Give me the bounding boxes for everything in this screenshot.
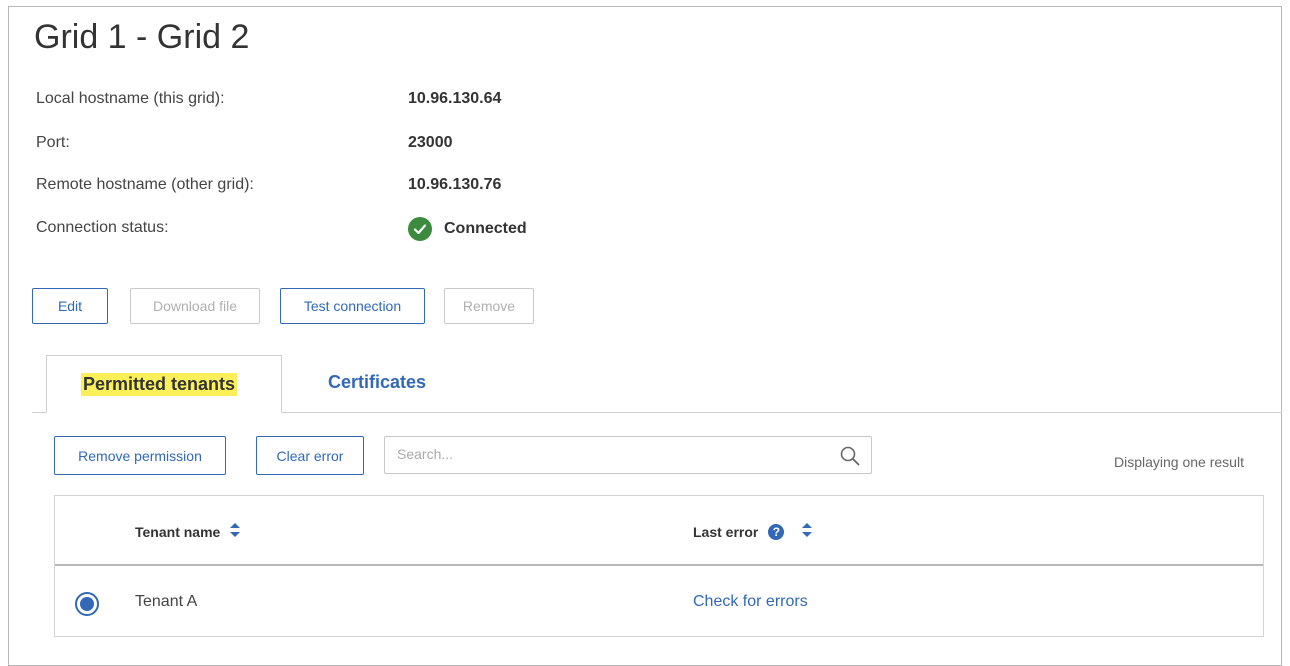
column-header-tenant-name[interactable]: Tenant name <box>135 523 241 540</box>
table-row[interactable]: Tenant A Check for errors <box>55 568 1263 636</box>
remote-hostname-label: Remote hostname (other grid): <box>36 176 254 193</box>
tab-permitted-tenants-label: Permitted tenants <box>81 373 238 396</box>
search-input[interactable] <box>395 445 819 463</box>
remove-permission-button[interactable]: Remove permission <box>54 436 226 475</box>
page-title: Grid 1 - Grid 2 <box>34 18 250 56</box>
download-file-button[interactable]: Download file <box>130 288 260 324</box>
sort-icon[interactable] <box>802 523 813 540</box>
sort-icon[interactable] <box>230 523 241 540</box>
remove-button[interactable]: Remove <box>444 288 534 324</box>
tenants-table: Tenant name Last error ? Tenant A Check … <box>54 495 1264 637</box>
connection-status-text: Connected <box>444 220 527 237</box>
question-circle-icon[interactable]: ? <box>768 523 785 540</box>
result-count: Displaying one result <box>1114 454 1244 470</box>
port-value: 23000 <box>408 134 453 151</box>
connection-status-label: Connection status: <box>36 219 169 236</box>
column-header-tenant-name-label: Tenant name <box>135 523 221 540</box>
port-label: Port: <box>36 134 70 151</box>
radio-dot <box>80 597 94 611</box>
remote-hostname-value: 10.96.130.76 <box>408 176 502 193</box>
search-icon[interactable] <box>839 445 861 472</box>
test-connection-button[interactable]: Test connection <box>280 288 425 324</box>
local-hostname-value: 10.96.130.64 <box>408 90 502 107</box>
search-box <box>384 436 872 474</box>
check-circle-icon <box>408 217 432 241</box>
table-header: Tenant name Last error ? <box>55 496 1263 566</box>
column-header-last-error-label: Last error <box>693 523 759 540</box>
tenant-name-cell: Tenant A <box>135 593 198 610</box>
check-for-errors-link[interactable]: Check for errors <box>693 593 808 611</box>
clear-error-button[interactable]: Clear error <box>256 436 364 475</box>
tab-certificates[interactable]: Certificates <box>328 372 426 393</box>
local-hostname-label: Local hostname (this grid): <box>36 90 225 107</box>
column-header-last-error[interactable]: Last error ? <box>693 523 813 540</box>
tab-permitted-tenants[interactable]: Permitted tenants <box>46 355 282 413</box>
connection-status-value: Connected <box>408 217 527 241</box>
row-select-radio[interactable] <box>75 592 99 616</box>
edit-button[interactable]: Edit <box>32 288 108 324</box>
